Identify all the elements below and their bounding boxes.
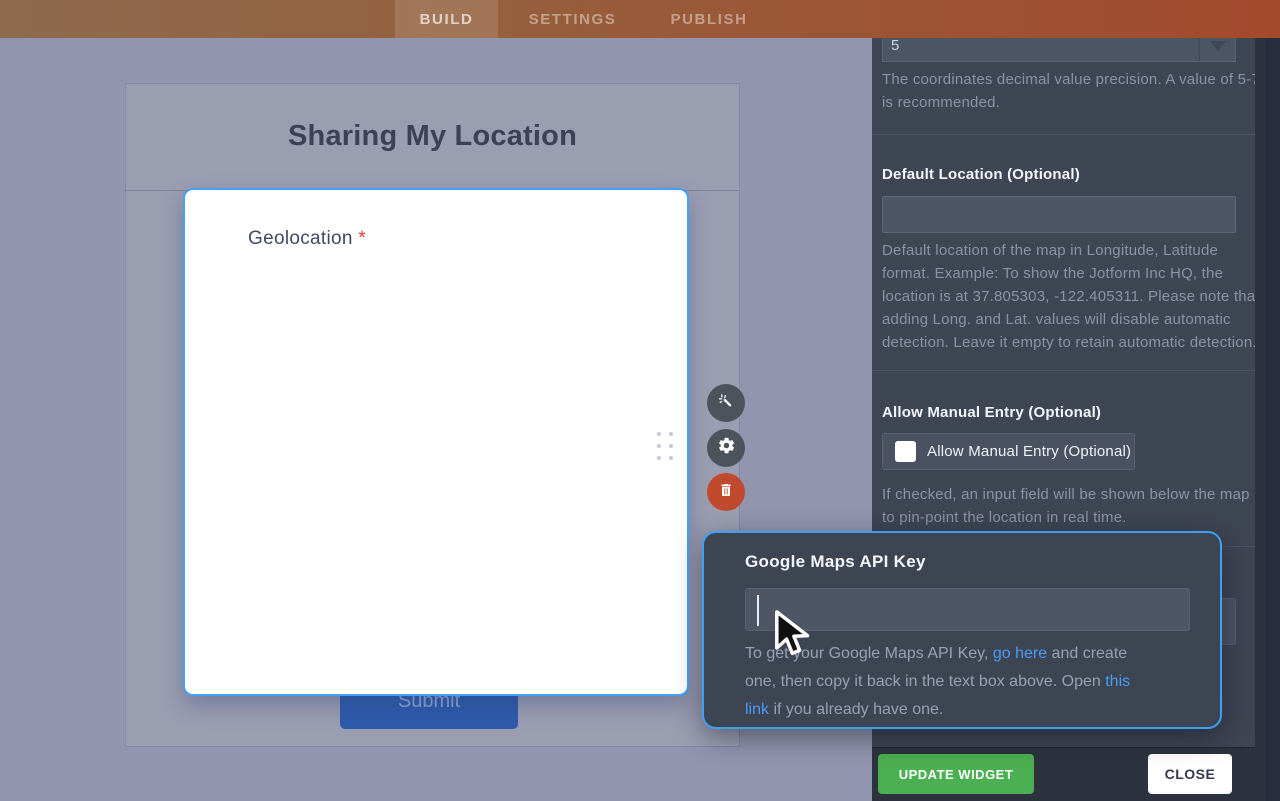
close-button[interactable]: CLOSE	[1148, 754, 1232, 794]
precision-help-text: The coordinates decimal value precision.…	[882, 68, 1260, 114]
help-text-segment: one, then copy it back in the text box a…	[745, 673, 1105, 690]
trash-icon	[718, 482, 734, 503]
help-text-segment: To get your Google Maps API Key,	[745, 645, 993, 662]
this-link-part2[interactable]: link	[745, 701, 769, 718]
default-location-help-text: Default location of the map in Longitude…	[882, 239, 1260, 354]
sidebar-right-edge-strip	[1266, 0, 1280, 801]
settings-footer-bar: UPDATE WIDGET CLOSE	[872, 747, 1280, 801]
popup-help-text: To get your Google Maps API Key, go here…	[745, 640, 1197, 724]
sidebar-scrollbar-track[interactable]	[1255, 0, 1266, 801]
section-divider	[872, 134, 1255, 135]
manual-entry-label: Allow Manual Entry (Optional)	[882, 404, 1101, 421]
delete-field-button[interactable]	[707, 473, 745, 511]
help-text-segment: and create	[1047, 645, 1127, 662]
field-label: Geolocation *	[248, 228, 366, 250]
drag-dots-handle[interactable]	[657, 432, 673, 460]
tab-publish[interactable]: PUBLISH	[648, 0, 770, 38]
top-navigation-bar: BUILD SETTINGS PUBLISH	[0, 0, 1280, 38]
field-label-text: Geolocation	[248, 228, 353, 249]
text-caret	[757, 595, 759, 626]
update-widget-button[interactable]: UPDATE WIDGET	[878, 754, 1034, 794]
tab-settings[interactable]: SETTINGS	[510, 0, 635, 38]
form-title: Sharing My Location	[126, 120, 739, 153]
default-location-input[interactable]	[882, 196, 1236, 233]
tab-build[interactable]: BUILD	[395, 0, 498, 38]
required-asterisk-glyph: *	[358, 228, 366, 249]
field-settings-button[interactable]	[707, 429, 745, 467]
manual-entry-checkbox-row[interactable]: Allow Manual Entry (Optional)	[882, 433, 1135, 470]
settings-gear-icon	[717, 436, 736, 460]
default-location-label: Default Location (Optional)	[882, 166, 1080, 183]
jotform-builder-window: BUILD SETTINGS PUBLISH Sharing My Locati…	[0, 0, 1280, 801]
google-maps-api-key-popup: Google Maps API Key To get your Google M…	[702, 531, 1222, 729]
help-text-segment: if you already have one.	[769, 701, 943, 718]
form-canvas: Sharing My Location Submit Geolocation *	[125, 83, 740, 747]
this-link-part1[interactable]: this	[1105, 673, 1130, 690]
popup-title: Google Maps API Key	[745, 552, 926, 572]
manual-entry-checkbox-label: Allow Manual Entry (Optional)	[927, 443, 1131, 460]
magic-wand-icon	[717, 392, 735, 415]
section-divider	[872, 370, 1255, 371]
manual-entry-help-text: If checked, an input field will be shown…	[882, 483, 1250, 529]
chevron-down-icon	[1210, 41, 1226, 51]
go-here-link[interactable]: go here	[993, 645, 1047, 662]
form-header: Sharing My Location	[126, 84, 739, 191]
wizard-button[interactable]	[707, 384, 745, 422]
api-key-input[interactable]	[745, 588, 1190, 631]
geolocation-field-card[interactable]: Geolocation *	[183, 188, 689, 696]
manual-entry-checkbox[interactable]	[895, 441, 916, 462]
